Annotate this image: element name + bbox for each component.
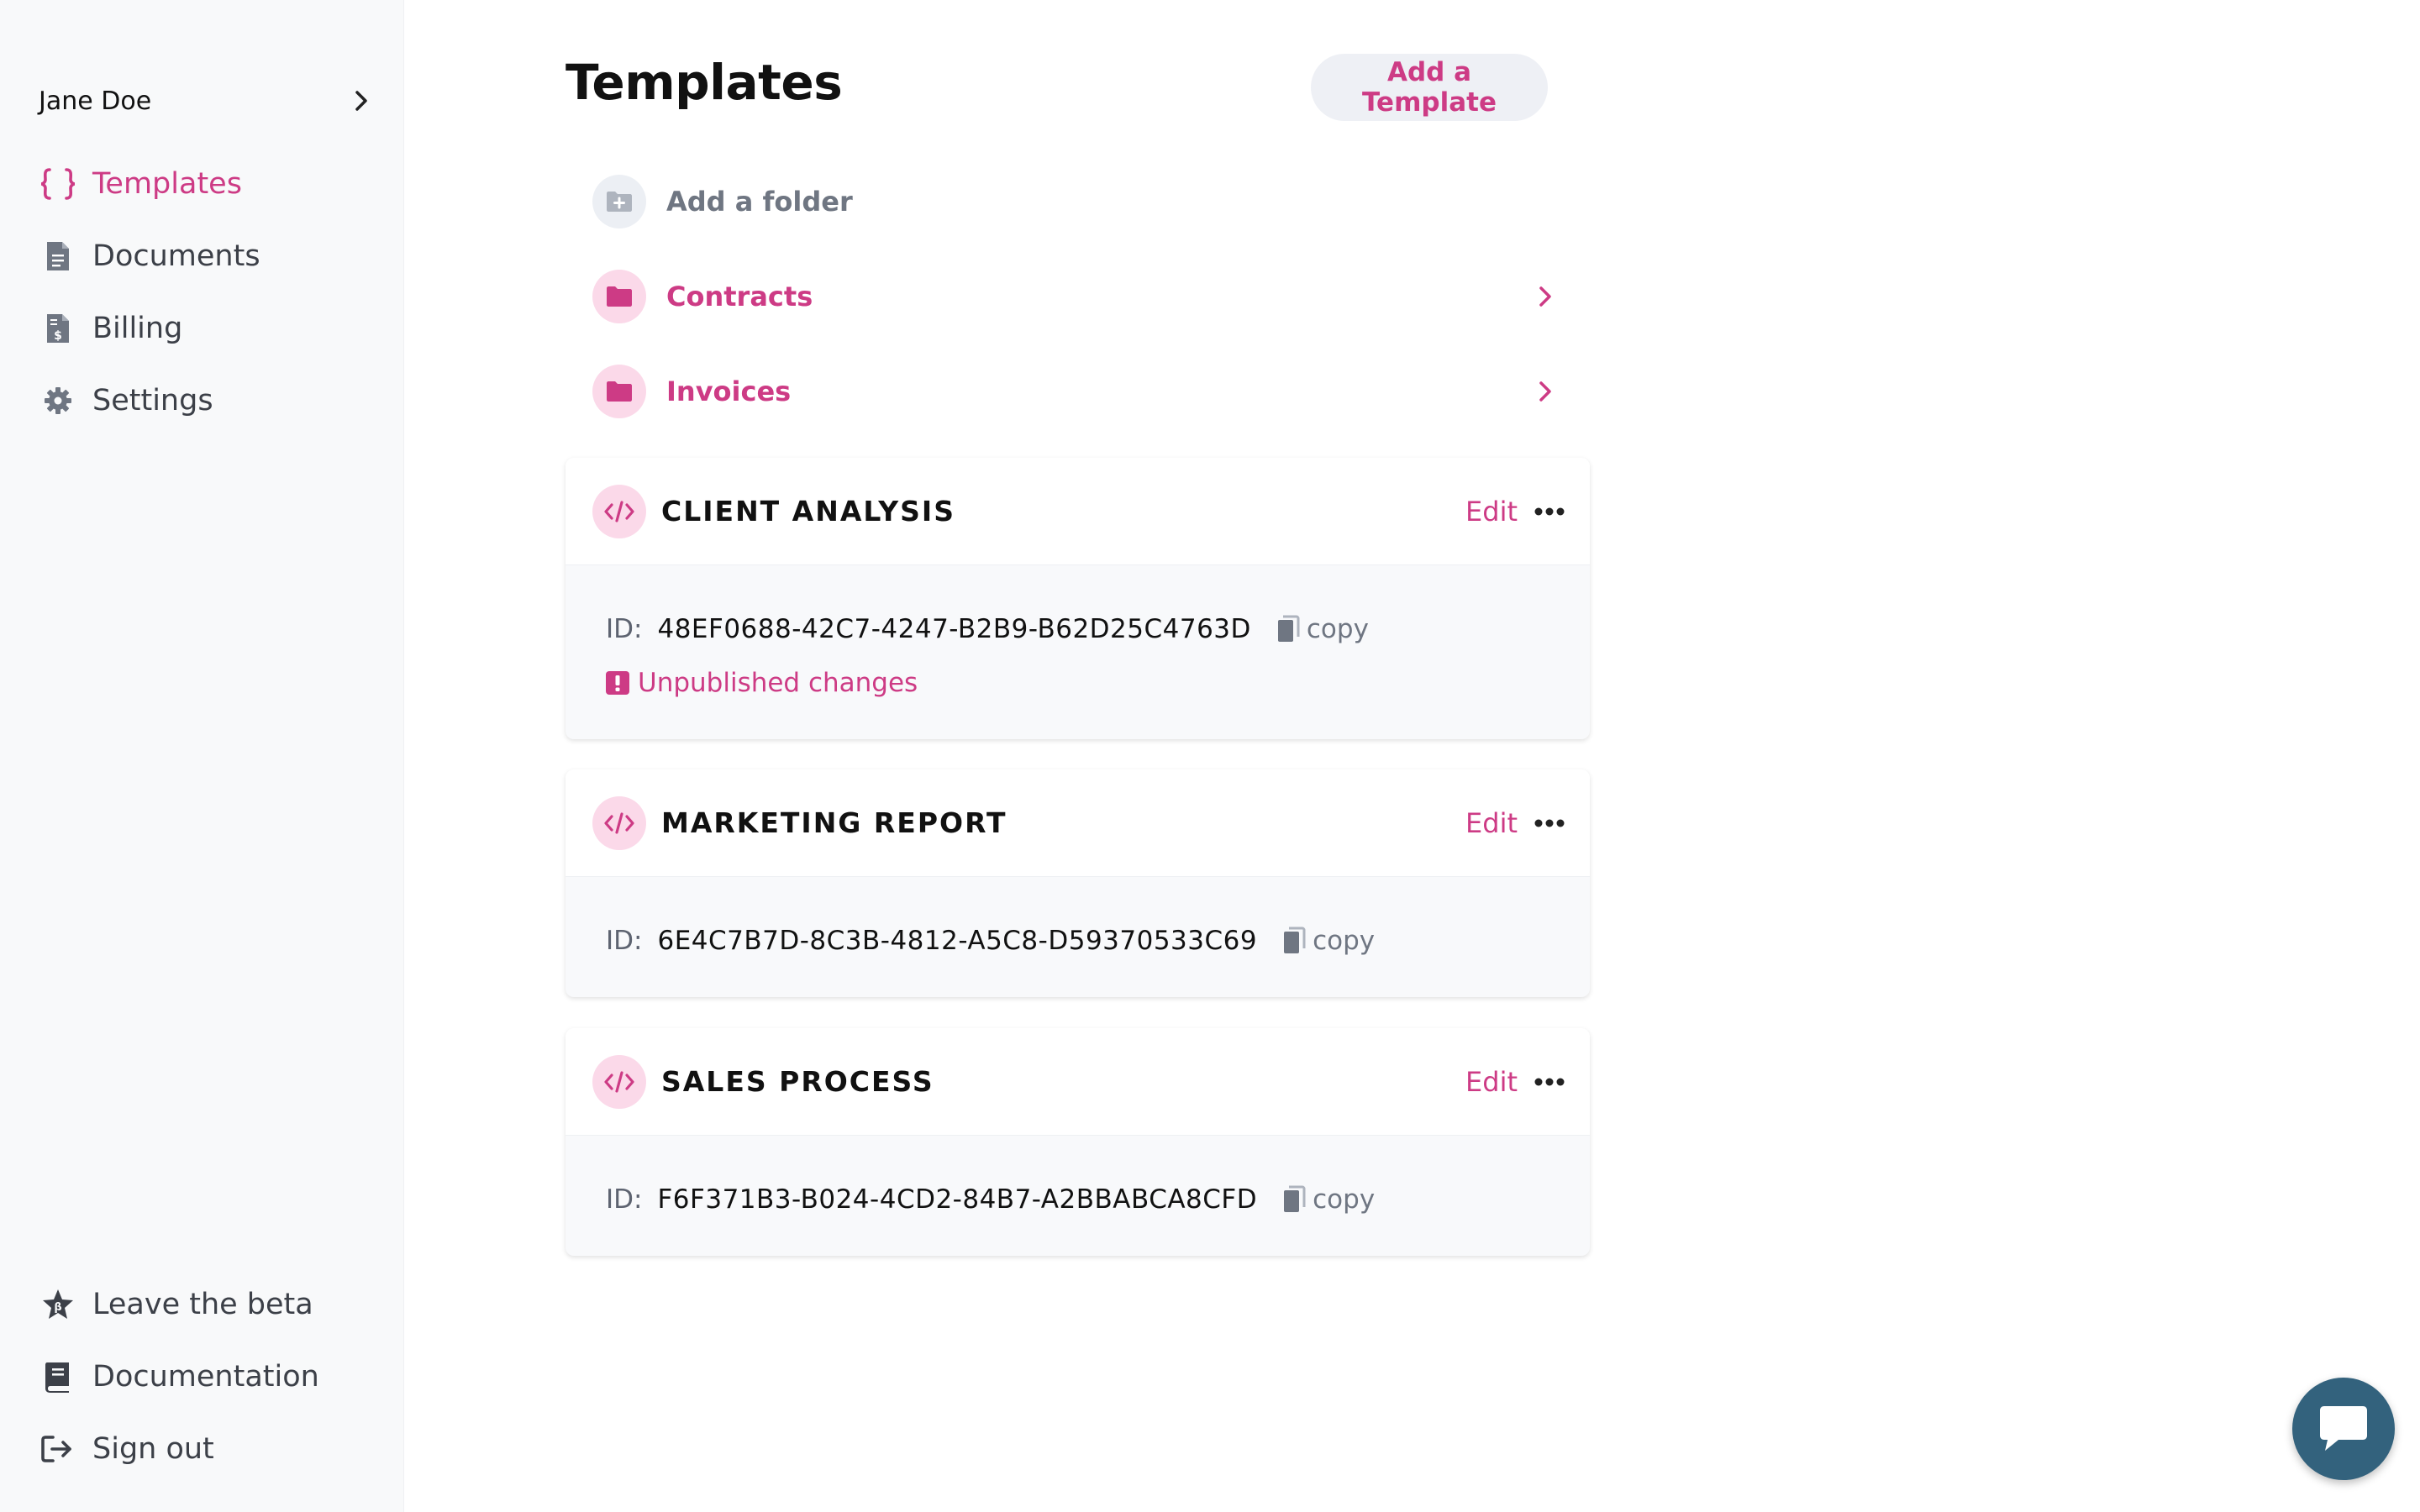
template-id: 6E4C7B7D-8C3B-4812-A5C8-D59370533C69 xyxy=(657,926,1258,956)
svg-text:β: β xyxy=(54,1301,61,1314)
code-icon xyxy=(592,795,646,850)
unpublished-status: Unpublished changes xyxy=(606,664,1549,701)
folder-row-invoices[interactable]: Invoices xyxy=(592,362,1592,421)
footer-item-label: Leave the beta xyxy=(92,1288,313,1321)
template-id-line: ID: 48EF0688-42C7-4247-B2B9-B62D25C4763D… xyxy=(606,611,1549,648)
edit-template-link[interactable]: Edit xyxy=(1465,496,1518,528)
template-actions: Edit xyxy=(1465,1028,1565,1136)
template-card-header: SALES PROCESS Edit xyxy=(566,1028,1590,1136)
template-actions: Edit xyxy=(1465,458,1565,565)
template-card: MARKETING REPORT Edit ID: 6E4C7B7D-8C3B-… xyxy=(566,769,1590,997)
copy-label: copy xyxy=(1313,1184,1376,1215)
leave-beta-link[interactable]: β Leave the beta xyxy=(39,1282,319,1327)
chevron-right-icon xyxy=(355,91,367,111)
id-label: ID: xyxy=(606,1184,643,1215)
document-icon xyxy=(39,237,77,276)
book-icon xyxy=(39,1357,77,1396)
sidebar: Jane Doe Templates Documents $ Billing S… xyxy=(0,0,404,1512)
unpublished-text: Unpublished changes xyxy=(638,668,918,698)
folder-row-contracts[interactable]: Contracts xyxy=(592,267,1592,326)
add-folder-icon xyxy=(592,175,646,228)
footer-item-label: Documentation xyxy=(92,1360,319,1394)
folder-name: Contracts xyxy=(666,281,813,312)
user-name: Jane Doe xyxy=(39,86,152,116)
id-label: ID: xyxy=(606,926,643,956)
template-card-header: CLIENT ANALYSIS Edit xyxy=(566,458,1590,565)
folder-icon xyxy=(592,365,646,418)
template-card: SALES PROCESS Edit ID: F6F371B3-B024-4CD… xyxy=(566,1028,1590,1256)
chat-button[interactable] xyxy=(2292,1378,2395,1480)
sidebar-item-label: Billing xyxy=(92,312,183,345)
sidebar-item-documents[interactable]: Documents xyxy=(39,234,260,279)
gear-icon xyxy=(39,381,77,420)
template-card-body: ID: F6F371B3-B024-4CD2-84B7-A2BBABCA8CFD… xyxy=(566,1136,1590,1218)
page-title: Templates xyxy=(566,54,843,111)
invoice-icon: $ xyxy=(39,309,77,348)
id-label: ID: xyxy=(606,614,643,644)
template-id: 48EF0688-42C7-4247-B2B9-B62D25C4763D xyxy=(657,614,1251,644)
edit-template-link[interactable]: Edit xyxy=(1465,1066,1518,1098)
folder-icon xyxy=(592,270,646,323)
more-options-icon[interactable] xyxy=(1534,506,1565,517)
footer-item-label: Sign out xyxy=(92,1432,214,1466)
more-options-icon[interactable] xyxy=(1534,817,1565,829)
template-card-body: ID: 6E4C7B7D-8C3B-4812-A5C8-D59370533C69… xyxy=(566,877,1590,959)
sign-out-icon xyxy=(39,1430,77,1468)
sidebar-item-templates[interactable]: Templates xyxy=(39,161,260,207)
edit-template-link[interactable]: Edit xyxy=(1465,807,1518,839)
code-icon xyxy=(592,484,646,538)
documentation-link[interactable]: Documentation xyxy=(39,1354,319,1399)
template-id: F6F371B3-B024-4CD2-84B7-A2BBABCA8CFD xyxy=(657,1184,1258,1215)
copy-id-button[interactable]: copy xyxy=(1276,614,1369,644)
sidebar-nav: Templates Documents $ Billing Settings xyxy=(39,161,260,450)
folder-name: Invoices xyxy=(666,375,792,407)
template-id-line: ID: F6F371B3-B024-4CD2-84B7-A2BBABCA8CFD… xyxy=(606,1181,1549,1218)
sidebar-footer: β Leave the beta Documentation Sign out xyxy=(39,1282,319,1499)
sidebar-item-settings[interactable]: Settings xyxy=(39,378,260,423)
warning-icon xyxy=(606,671,629,695)
copy-icon xyxy=(1277,615,1300,642)
sidebar-item-label: Documents xyxy=(92,239,260,273)
template-name: MARKETING REPORT xyxy=(661,806,1007,839)
add-folder-label: Add a folder xyxy=(666,186,853,218)
add-folder-row[interactable]: Add a folder xyxy=(592,172,1592,231)
template-card: CLIENT ANALYSIS Edit ID: 48EF0688-42C7-4… xyxy=(566,458,1590,739)
template-actions: Edit xyxy=(1465,769,1565,877)
user-menu[interactable]: Jane Doe xyxy=(39,82,375,119)
copy-icon xyxy=(1284,1185,1306,1212)
copy-id-button[interactable]: copy xyxy=(1282,1184,1375,1215)
sidebar-item-billing[interactable]: $ Billing xyxy=(39,306,260,351)
copy-label: copy xyxy=(1306,614,1369,644)
star-icon: β xyxy=(39,1285,77,1324)
chevron-right-icon xyxy=(1539,286,1551,307)
more-options-icon[interactable] xyxy=(1534,1076,1565,1088)
sign-out-link[interactable]: Sign out xyxy=(39,1426,319,1472)
template-name: CLIENT ANALYSIS xyxy=(661,495,955,528)
copy-label: copy xyxy=(1313,926,1376,956)
code-icon xyxy=(592,1054,646,1109)
svg-text:$: $ xyxy=(54,329,62,343)
template-name: SALES PROCESS xyxy=(661,1065,934,1098)
template-id-line: ID: 6E4C7B7D-8C3B-4812-A5C8-D59370533C69… xyxy=(606,922,1549,959)
add-template-button[interactable]: Add a Template xyxy=(1311,54,1548,121)
braces-icon xyxy=(39,165,77,203)
copy-icon xyxy=(1284,927,1306,953)
copy-id-button[interactable]: copy xyxy=(1282,926,1375,956)
template-card-body: ID: 48EF0688-42C7-4247-B2B9-B62D25C4763D… xyxy=(566,565,1590,701)
chat-bubble-icon xyxy=(2320,1406,2367,1451)
chevron-right-icon xyxy=(1539,381,1551,402)
sidebar-item-label: Settings xyxy=(92,384,213,417)
sidebar-item-label: Templates xyxy=(92,167,242,201)
template-card-header: MARKETING REPORT Edit xyxy=(566,769,1590,877)
